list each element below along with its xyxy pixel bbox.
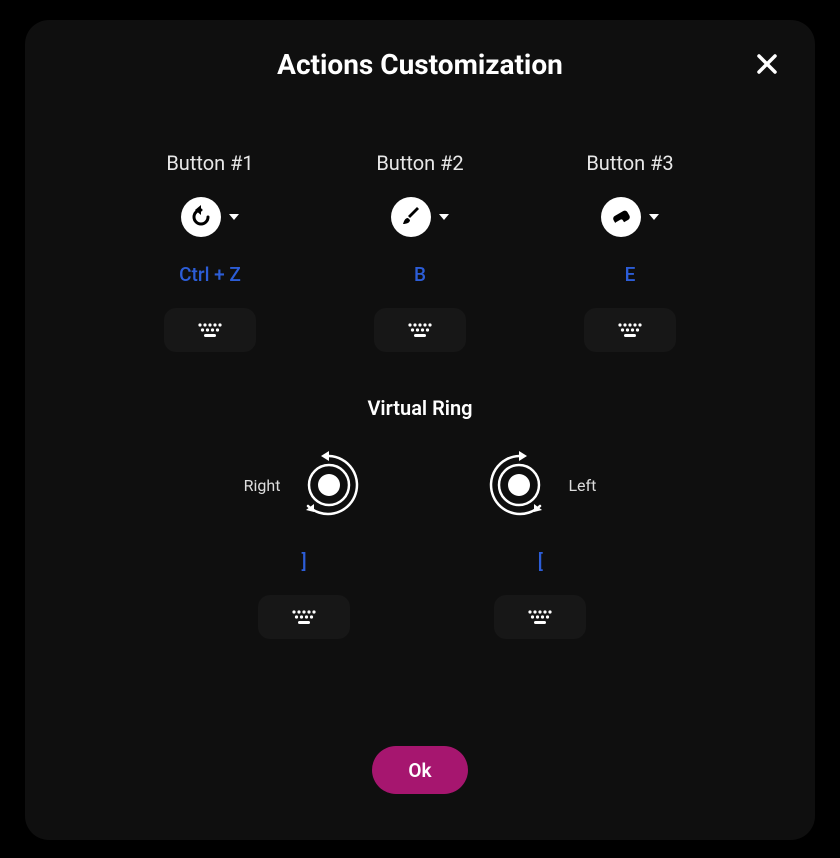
button-1-label: Button #1 bbox=[166, 151, 253, 175]
ring-right-column: Right ] bbox=[244, 450, 365, 639]
close-icon bbox=[756, 53, 778, 75]
chevron-down-icon bbox=[439, 214, 449, 220]
keyboard-icon bbox=[405, 321, 435, 339]
keyboard-icon bbox=[525, 608, 555, 626]
chevron-down-icon bbox=[649, 214, 659, 220]
button-1-keyboard-button[interactable] bbox=[164, 308, 256, 352]
buttons-row: Button #1 Ctrl + Z bbox=[25, 151, 815, 352]
close-button[interactable] bbox=[749, 46, 785, 82]
keyboard-icon bbox=[289, 608, 319, 626]
ring-left-graphic bbox=[484, 450, 554, 520]
virtual-ring-title: Virtual Ring bbox=[25, 396, 815, 420]
dialog-title: Actions Customization bbox=[25, 48, 815, 81]
ok-button-label: Ok bbox=[408, 759, 431, 782]
button-3-hotkey: E bbox=[625, 263, 636, 286]
button-2-keyboard-button[interactable] bbox=[374, 308, 466, 352]
button-column-1: Button #1 Ctrl + Z bbox=[120, 151, 300, 352]
dialog-header: Actions Customization bbox=[25, 20, 815, 81]
rotate-counterclockwise-icon bbox=[484, 450, 554, 520]
ring-right-keyboard-button[interactable] bbox=[258, 595, 350, 639]
actions-customization-dialog: Actions Customization Button #1 Ctrl + bbox=[25, 20, 815, 840]
button-2-hotkey: B bbox=[414, 263, 426, 286]
button-column-3: Button #3 E bbox=[540, 151, 720, 352]
virtual-ring-section: Virtual Ring Right ] bbox=[25, 396, 815, 639]
ok-button[interactable]: Ok bbox=[372, 746, 468, 794]
ring-right-graphic bbox=[294, 450, 364, 520]
button-1-hotkey: Ctrl + Z bbox=[179, 263, 241, 286]
button-2-action-selector[interactable] bbox=[391, 197, 449, 237]
rotate-clockwise-icon bbox=[294, 450, 364, 520]
ring-left-label: Left bbox=[568, 476, 596, 495]
button-3-action-icon-circle bbox=[601, 197, 641, 237]
ring-left-column: Left [ bbox=[484, 450, 596, 639]
chevron-down-icon bbox=[229, 214, 239, 220]
button-2-label: Button #2 bbox=[376, 151, 463, 175]
keyboard-icon bbox=[615, 321, 645, 339]
ring-left-top: Left bbox=[484, 450, 596, 520]
button-column-2: Button #2 B bbox=[330, 151, 510, 352]
button-3-keyboard-button[interactable] bbox=[584, 308, 676, 352]
button-1-action-icon-circle bbox=[181, 197, 221, 237]
ring-left-keyboard-button[interactable] bbox=[494, 595, 586, 639]
ring-right-hotkey: ] bbox=[301, 550, 306, 573]
button-2-action-icon-circle bbox=[391, 197, 431, 237]
ring-right-top: Right bbox=[244, 450, 365, 520]
button-3-action-selector[interactable] bbox=[601, 197, 659, 237]
ring-right-label: Right bbox=[244, 476, 281, 495]
undo-icon bbox=[189, 205, 213, 229]
brush-icon bbox=[399, 205, 423, 229]
button-3-label: Button #3 bbox=[586, 151, 673, 175]
ring-left-hotkey: [ bbox=[538, 550, 543, 573]
eraser-icon bbox=[609, 205, 633, 229]
virtual-ring-row: Right ] bbox=[25, 450, 815, 639]
button-1-action-selector[interactable] bbox=[181, 197, 239, 237]
keyboard-icon bbox=[195, 321, 225, 339]
